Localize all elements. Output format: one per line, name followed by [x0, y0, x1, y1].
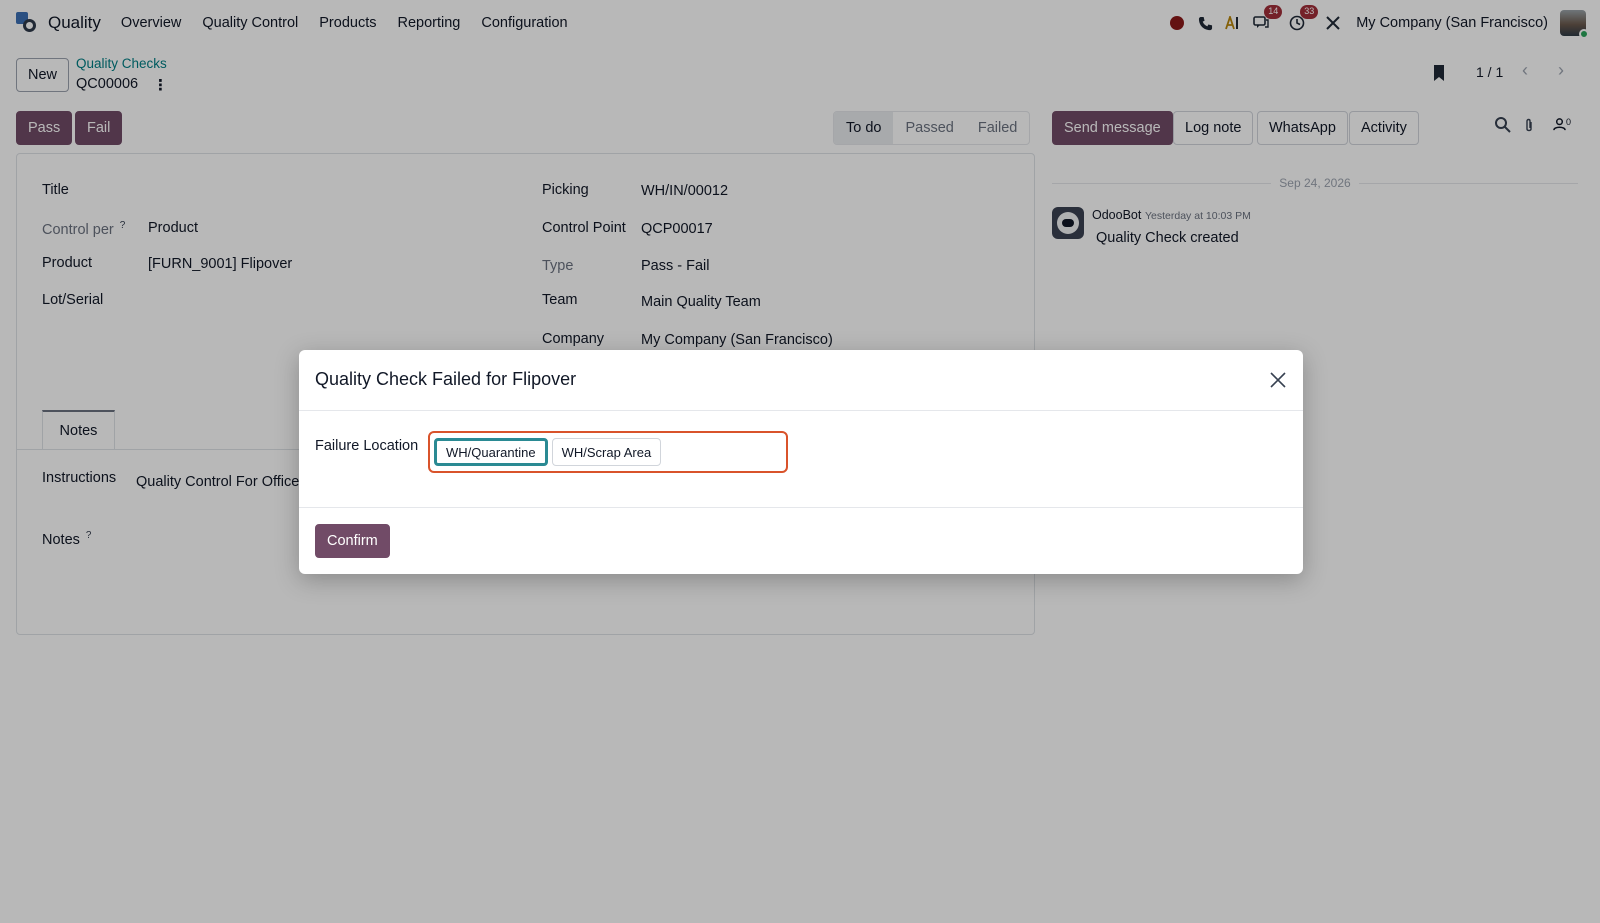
failure-location-label: Failure Location [315, 438, 419, 454]
option-wh-scrap-area[interactable]: WH/Scrap Area [551, 438, 662, 466]
quality-check-failed-dialog: Quality Check Failed for Flipover Failur… [299, 350, 1303, 574]
failure-location-field[interactable]: WH/Quarantine WH/Scrap Area [428, 431, 788, 473]
modal-title: Quality Check Failed for Flipover [315, 369, 577, 389]
confirm-button[interactable]: Confirm [315, 524, 390, 558]
close-icon[interactable] [1269, 371, 1287, 389]
modal-footer-divider [299, 507, 1303, 508]
option-wh-quarantine[interactable]: WH/Quarantine [434, 438, 548, 466]
modal-header: Quality Check Failed for Flipover [299, 350, 1303, 411]
